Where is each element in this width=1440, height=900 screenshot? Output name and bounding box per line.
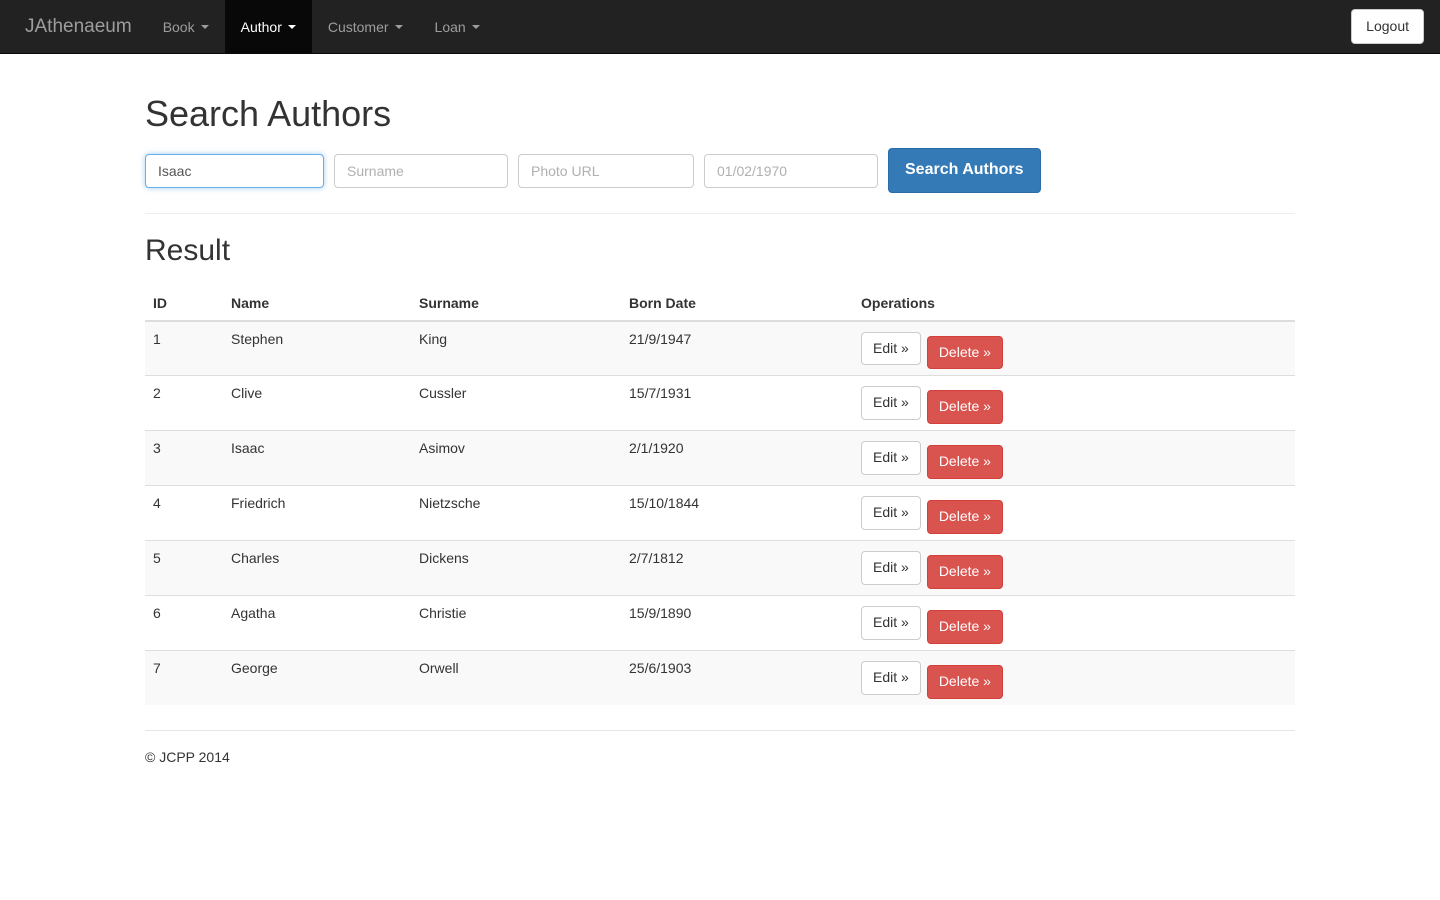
row-cell-id: 1 — [145, 320, 223, 376]
chevron-down-icon — [287, 24, 296, 29]
table-row: 4 Friedrich Nietzsche 15/10/1844 Edit » Delet… — [145, 485, 1295, 541]
table-row: 3 Isaac Asimov 2/1/1920 Edit » Delete » — [145, 430, 1295, 486]
row-cell-born-date: 15/10/1844 — [621, 485, 853, 541]
delete-button[interactable]: Delete » — [926, 500, 1003, 535]
delete-button[interactable]: Delete » — [926, 555, 1003, 589]
row-cell-operations: Edit » Delete » — [853, 485, 1295, 541]
column-header-surname: Surname — [411, 286, 621, 322]
row-cell-name: George — [223, 649, 411, 705]
row-cell-operations: Edit » Delete » — [853, 594, 1295, 651]
row-cell-id: 4 — [145, 485, 223, 541]
row-cell-operations: Edit » Delete » — [853, 649, 1295, 705]
delete-button[interactable]: Delete » — [926, 445, 1003, 480]
delete-button[interactable]: Delete » — [926, 390, 1003, 425]
column-header-name: Name — [223, 286, 411, 322]
born-date-input[interactable] — [704, 153, 878, 188]
row-cell-born-date: 2/7/1812 — [621, 540, 853, 596]
nav-item-author[interactable]: Author — [224, 0, 312, 53]
table-row: 5 Charles Dickens 2/7/1812 Edit » Delete » — [145, 540, 1295, 596]
row-cell-id: 7 — [145, 649, 223, 705]
edit-button[interactable]: Edit » — [861, 660, 921, 695]
table-row: 7 George Orwell 25/6/1903 Edit » Delete » — [145, 649, 1295, 705]
column-header-id: ID — [145, 286, 223, 322]
row-cell-operations: Edit » Delete » — [853, 375, 1295, 431]
nav-menu: Book Author Customer Loan — [147, 0, 496, 53]
navbar-right: Logout — [1351, 0, 1440, 53]
edit-button[interactable]: Edit » — [861, 441, 921, 476]
column-header-born-date: Born Date — [621, 286, 853, 322]
row-cell-surname: Nietzsche — [411, 485, 621, 541]
table-row: 6 Agatha Christie 15/9/1890 Edit » Delete » — [145, 594, 1295, 651]
row-cell-born-date: 2/1/1920 — [621, 430, 853, 486]
edit-button[interactable]: Edit » — [861, 386, 921, 421]
chevron-down-icon — [200, 24, 209, 29]
table-header-row: ID Name Surname Born Date Operations — [145, 286, 1295, 322]
row-cell-name: Clive — [223, 375, 411, 431]
page-footer: © JCPP 2014 — [145, 729, 1295, 765]
photo-url-input[interactable] — [518, 153, 694, 188]
row-cell-surname: Asimov — [411, 430, 621, 486]
row-cell-born-date: 15/9/1890 — [621, 594, 853, 651]
row-cell-id: 2 — [145, 375, 223, 431]
column-header-operations: Operations — [853, 286, 1295, 322]
row-cell-name: Friedrich — [223, 485, 411, 541]
row-cell-born-date: 21/9/1947 — [621, 320, 853, 376]
top-navbar: JAthenaeum Book Author Customer Loan Log… — [0, 0, 1440, 54]
main-container: Search Authors Search Authors Result ID … — [145, 54, 1295, 765]
table-row: 2 Clive Cussler 15/7/1931 Edit » Delete » — [145, 375, 1295, 431]
row-cell-name: Stephen — [223, 320, 411, 376]
copyright-text: © JCPP 2014 — [145, 748, 230, 765]
row-cell-surname: Cussler — [411, 375, 621, 431]
row-cell-id: 5 — [145, 540, 223, 596]
row-cell-surname: Dickens — [411, 540, 621, 596]
edit-button[interactable]: Edit » — [861, 496, 921, 531]
form-divider — [145, 212, 1295, 214]
row-cell-surname: Christie — [411, 594, 621, 651]
name-input[interactable] — [145, 153, 324, 188]
nav-item-label: Loan — [434, 18, 466, 35]
delete-button[interactable]: Delete » — [926, 335, 1003, 370]
author-search-form: Search Authors — [145, 147, 1295, 193]
row-cell-operations: Edit » Delete » — [853, 430, 1295, 486]
row-cell-operations: Edit » Delete » — [853, 540, 1295, 596]
row-cell-born-date: 15/7/1931 — [621, 375, 853, 431]
nav-item-customer[interactable]: Customer — [312, 0, 419, 53]
delete-button[interactable]: Delete » — [926, 609, 1003, 644]
nav-item-label: Book — [162, 18, 195, 35]
row-cell-id: 3 — [145, 430, 223, 486]
row-cell-name: Isaac — [223, 430, 411, 486]
chevron-down-icon — [471, 24, 480, 29]
search-authors-button[interactable]: Search Authors — [888, 147, 1041, 193]
logout-button[interactable]: Logout — [1351, 9, 1424, 44]
row-cell-born-date: 25/6/1903 — [621, 649, 853, 705]
chevron-down-icon — [394, 24, 403, 29]
row-cell-surname: King — [411, 320, 621, 376]
page-title: Search Authors — [145, 93, 392, 134]
row-cell-id: 6 — [145, 594, 223, 651]
brand-logo[interactable]: JAthenaeum — [10, 0, 147, 53]
row-cell-name: Agatha — [223, 594, 411, 651]
edit-button[interactable]: Edit » — [861, 605, 921, 640]
edit-button[interactable]: Edit » — [861, 551, 921, 585]
table-body: 1 Stephen King 21/9/1947 Edit » Delete » 2 Cliv… — [145, 320, 1295, 705]
delete-button[interactable]: Delete » — [926, 664, 1003, 699]
nav-item-book[interactable]: Book — [147, 0, 225, 53]
row-cell-name: Charles — [223, 540, 411, 596]
table-row: 1 Stephen King 21/9/1947 Edit » Delete » — [145, 320, 1295, 376]
edit-button[interactable]: Edit » — [861, 331, 921, 366]
authors-result-table: ID Name Surname Born Date Operations 1 St… — [145, 286, 1295, 705]
table-head: ID Name Surname Born Date Operations — [145, 286, 1295, 322]
result-heading: Result — [145, 233, 231, 267]
row-cell-operations: Edit » Delete » — [853, 320, 1295, 376]
nav-item-label: Customer — [327, 18, 389, 35]
nav-item-loan[interactable]: Loan — [419, 0, 496, 53]
surname-input[interactable] — [334, 153, 508, 188]
row-cell-surname: Orwell — [411, 649, 621, 705]
nav-item-label: Author — [240, 18, 282, 35]
